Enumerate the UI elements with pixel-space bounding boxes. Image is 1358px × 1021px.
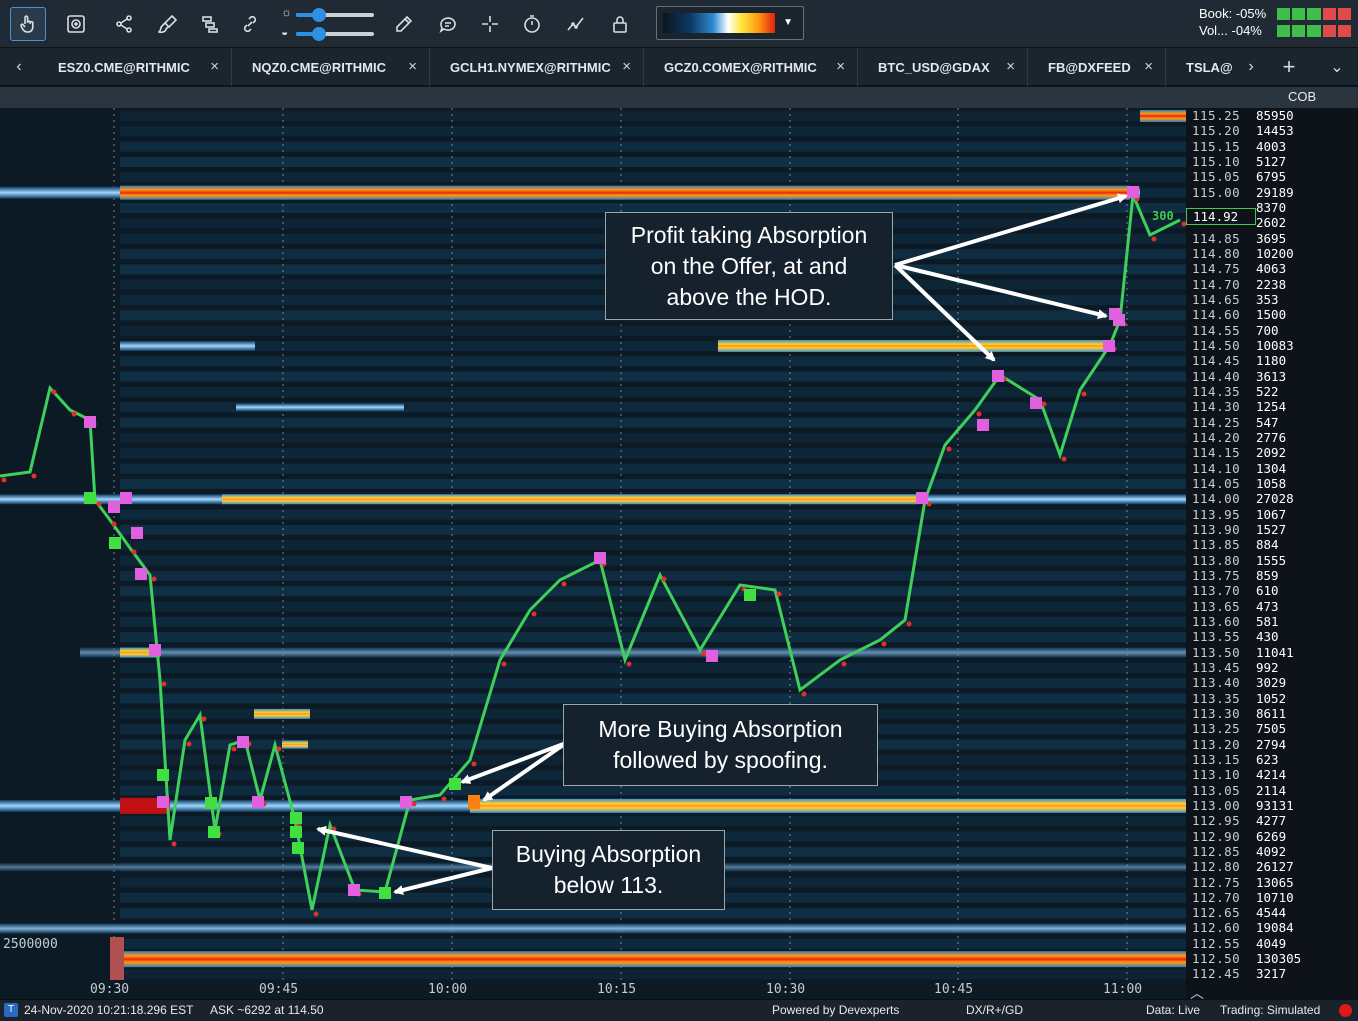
connection-status-dot <box>1339 1004 1352 1017</box>
annotation-arrow <box>893 263 996 362</box>
annotation-line: followed by spoofing. <box>613 747 828 773</box>
annotation-arrow <box>316 825 493 870</box>
info-icon[interactable]: T <box>4 1003 18 1017</box>
annotation-arrow <box>894 193 1128 267</box>
status-ask: ASK ~6292 at 114.50 <box>210 1003 324 1017</box>
annotation-line: below 113. <box>553 872 664 898</box>
annotation-arrow <box>482 741 568 802</box>
status-feeds: DX/R+/GD <box>966 1003 1024 1017</box>
app-window: ☼ ◒ ▼ Book: -05% Vol... -04% ‹ ESZ0.CME@… <box>0 0 1358 1021</box>
status-bar: T 24-Nov-2020 10:21:18.296 EST ASK ~6292… <box>0 999 1358 1021</box>
status-data: Data: Live <box>1146 1003 1201 1017</box>
status-powered-by: Powered by Devexperts <box>772 1003 900 1017</box>
status-datetime: 24-Nov-2020 10:21:18.296 EST <box>24 1003 194 1017</box>
status-trading: Trading: Simulated <box>1220 1003 1321 1017</box>
annotation-line: on the Offer, at and <box>650 252 848 279</box>
annotation-line: Buying Absorption <box>515 841 702 867</box>
annotation-line: More Buying Absorption <box>598 716 843 742</box>
annotation-line: above the HOD. <box>666 283 832 310</box>
annotation-arrow <box>894 263 1108 319</box>
annotation-line: Profit taking Absorption <box>630 221 868 248</box>
annotation-buying-below: Buying Absorption below 113. <box>492 830 725 910</box>
annotation-profit-taking: Profit taking Absorption on the Offer, a… <box>605 212 893 320</box>
annotation-arrow <box>393 866 493 895</box>
annotation-arrow <box>460 741 567 784</box>
annotation-more-buying: More Buying Absorption followed by spoof… <box>563 704 878 786</box>
